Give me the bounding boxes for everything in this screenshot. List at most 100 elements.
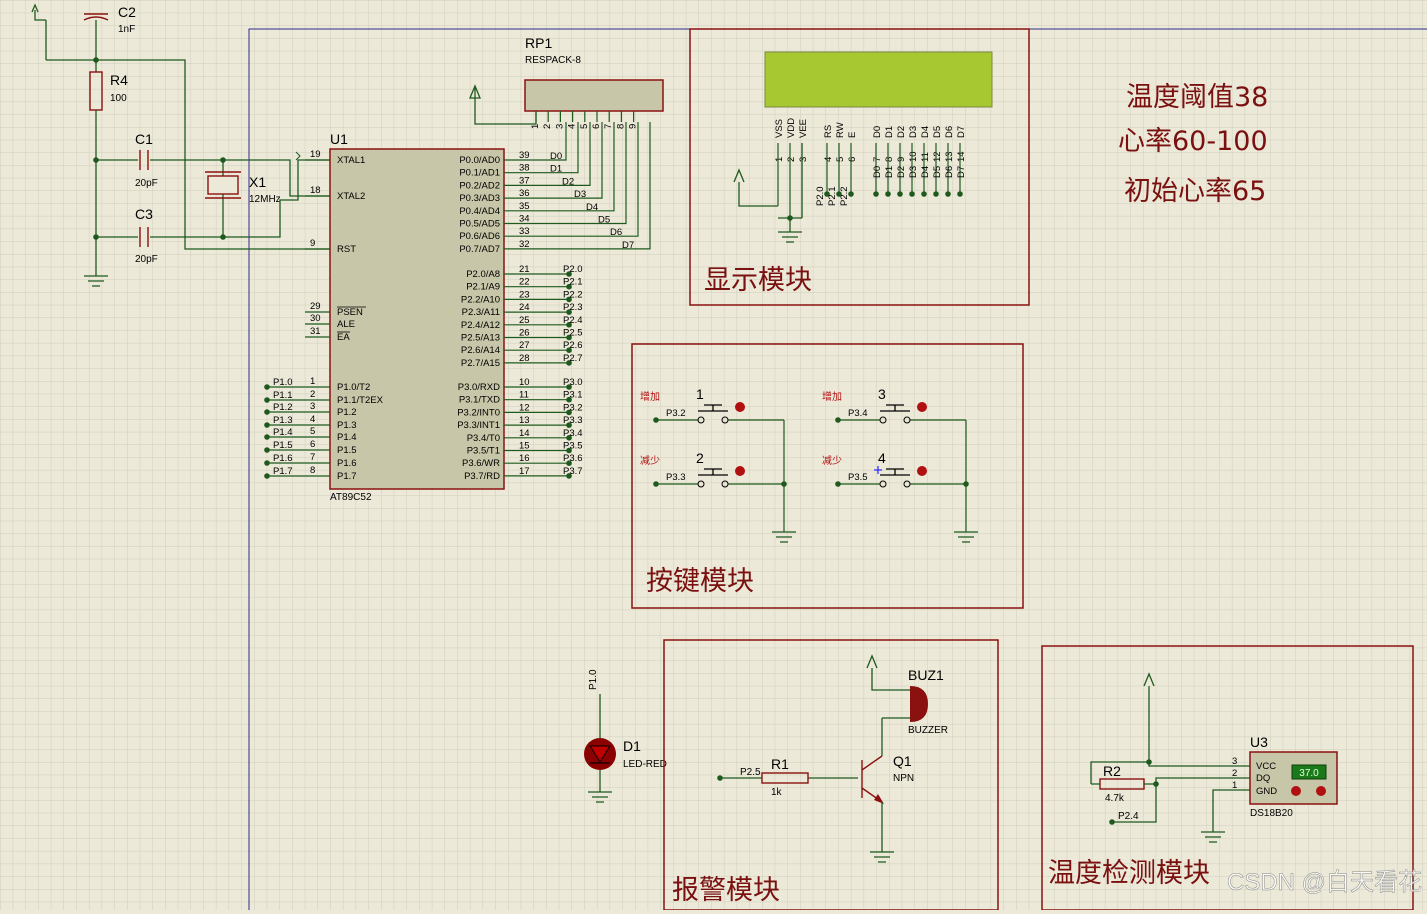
p0-pin-label-2: P0.2/AD2 [459,180,500,191]
p3-net-label-1: P3.1 [563,390,583,401]
p3-pin-label-7: P3.7/RD [464,471,500,482]
button-junction-0 [781,481,787,487]
mcu-pin-label-1: P1.0/T2 [337,382,370,393]
button-net: P3.3 [666,472,686,483]
p2-net-label-1: P2.1 [563,277,583,288]
lcd-pin-num-RS: 4 [823,157,834,162]
mcu-pin-label-4: P1.3 [337,420,357,431]
lcd-terminal-D2 [897,191,903,197]
lcd-pin-num-D2: 9 [896,157,907,162]
u1-ref: U1 [330,131,348,147]
lcd-pin-VSS: VSS [774,119,785,138]
lcd-pin-num-VSS: 1 [774,157,785,162]
rp1-pin-num-5: 5 [579,124,590,129]
p0-net-0: D0 [550,151,562,162]
button-label: 增加 [640,390,660,403]
p2-pin-num-0: 21 [519,264,530,275]
button-ref: 2 [696,450,704,466]
lcd-pin-RS: RS [823,125,834,138]
u1-part: AT89C52 [330,492,372,503]
p2-pin-label-6: P2.6/A14 [461,345,500,356]
lcd-pin-D2: D2 [896,126,907,138]
q1-ref: Q1 [893,753,912,769]
mcu-pin-num-31: 31 [310,326,321,337]
lcd-pin-num-E: 6 [847,157,858,162]
p1-terminal-6 [264,460,270,466]
c1-value: 20pF [135,178,158,189]
lcd-ctrl-net-0: P2.0 [815,186,826,206]
p2-pin-num-7: 28 [519,353,530,364]
watermark: CSDN @白天看花 [1227,869,1422,896]
button-state-icon[interactable] [917,402,927,412]
p2-net-label-6: P2.6 [563,340,583,351]
lcd-data-net-0: D0 [872,166,883,178]
u3-decrease-icon[interactable] [1291,786,1301,796]
mcu-pin-num-2: 2 [310,389,315,400]
u3-ref: U3 [1250,734,1268,750]
mcu-pin-num-4: 4 [310,414,315,425]
p0-pin-label-5: P0.5/AD5 [459,219,500,230]
mcu-pin-num-6: 6 [310,439,315,450]
schematic-canvas[interactable]: C2 1nF R4 100 C1 20pF C3 20pF X1 12MHz U… [0,0,1427,911]
p3-net-label-2: P3.2 [563,402,583,413]
lcd-pin-RW: RW [835,122,846,138]
u3-increase-icon[interactable] [1316,786,1326,796]
rp1-pin-num-2: 2 [542,124,553,129]
mcu-pin-num-30: 30 [310,313,321,324]
p2-pin-num-5: 26 [519,328,530,339]
mcu-pin-label-8: P1.7 [337,471,357,482]
buz1-ref: BUZ1 [908,667,944,683]
p0-pin-label-1: P0.1/AD1 [459,168,500,179]
button-state-icon[interactable] [917,466,927,476]
lcd-data-net-4: D4 [920,166,931,178]
button-net: P3.4 [848,408,868,419]
lcd-pin-num-D4: 11 [920,152,931,162]
c2-ref: C2 [118,4,136,20]
p1-terminal-3 [264,422,270,428]
p0-pin-num-3: 36 [519,188,530,199]
mcu-pin-label-19: XTAL1 [337,155,365,166]
p2-pin-num-3: 24 [519,302,530,313]
design-notes: 温度阈值38 心率60-100 初始心率65 [1118,82,1268,207]
p0-pin-num-5: 34 [519,214,530,225]
lcd-pin-VDD: VDD [786,118,797,138]
rp1-pin-num-8: 8 [615,124,626,129]
lcd-pin-num-VEE: 3 [798,157,809,162]
mcu-pin-label-5: P1.4 [337,432,357,443]
rp1-value: RESPACK-8 [525,55,581,66]
lcd-pin-D4: D4 [920,126,931,138]
button-ref: 4 [878,450,886,466]
p0-pin-label-4: P0.4/AD4 [459,206,500,217]
p3-pin-label-0: P3.0/RXD [458,382,500,393]
u3-pin-num-2: 2 [1232,768,1237,779]
lcd-terminal-D0 [873,191,879,197]
p1-net-label-4: P1.4 [273,427,293,438]
lcd-terminal-D5 [933,191,939,197]
lcd-data-net-3: D3 [908,166,919,178]
mcu-pin-num-7: 7 [310,452,315,463]
lcd-terminal-D1 [885,191,891,197]
mcu-pin-num-9: 9 [310,238,315,249]
p3-pin-label-5: P3.5/T1 [467,446,500,457]
button-ref: 1 [696,386,704,402]
rp1-ref: RP1 [525,35,552,51]
button-state-icon[interactable] [735,466,745,476]
p0-net-4: D4 [586,202,598,213]
p1-net-label-5: P1.5 [273,440,293,451]
lcd-pin-D7: D7 [956,126,967,138]
note-heart-range: 心率60-100 [1118,126,1268,157]
p1-net-label-0: P1.0 [273,377,293,388]
r1-net: P2.5 [740,767,761,778]
p2-net-label-4: P2.4 [563,315,583,326]
button-state-icon[interactable] [735,402,745,412]
r1-ref: R1 [771,756,789,772]
p3-net-label-6: P3.6 [563,453,583,464]
u3-value: DS18B20 [1250,808,1293,819]
lcd-pin-num-D0: 7 [872,157,883,162]
p2-pin-label-1: P2.1/A9 [466,282,500,293]
d1-net: P1.0 [588,669,599,690]
mcu-pin-label-3: P1.2 [337,407,357,418]
lcd-data-net-7: D7 [956,166,967,178]
lcd-ctrl-net-1: P2.1 [827,186,838,206]
p1-net-label-1: P1.1 [273,390,293,401]
